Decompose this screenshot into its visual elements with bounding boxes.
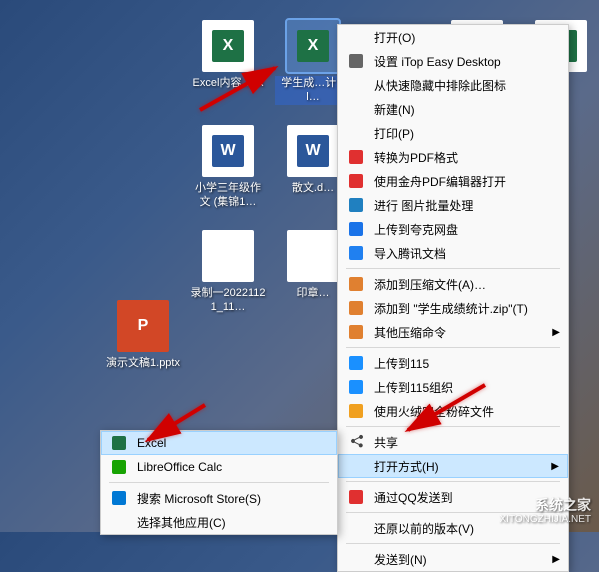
- file-label: Excel内容…sx: [190, 76, 266, 90]
- pdf-red-icon: [346, 172, 366, 190]
- file-word-1[interactable]: W 小学三年级作文 (集锦1…: [190, 125, 266, 210]
- qq-icon: [346, 488, 366, 506]
- excel-icon: [109, 434, 129, 452]
- blank-icon: [109, 513, 129, 531]
- blank-icon: [346, 76, 366, 94]
- file-thumbnail: W: [202, 125, 254, 177]
- convert-pdf[interactable]: 转换为PDF格式: [338, 145, 568, 169]
- upload-quark[interactable]: 上传到夸克网盘: [338, 217, 568, 241]
- openwith-excel[interactable]: Excel: [101, 431, 337, 455]
- batch-image[interactable]: 进行 图片批量处理: [338, 193, 568, 217]
- 115-icon: [346, 378, 366, 396]
- file-label: 录制一20221121_11…: [190, 286, 266, 315]
- file-excel-1[interactable]: X Excel内容…sx: [190, 20, 266, 90]
- add-archive[interactable]: 添加到压缩文件(A)…: [338, 272, 568, 296]
- rar-icon: [346, 299, 366, 317]
- gear-icon: [346, 52, 366, 70]
- new[interactable]: 新建(N): [338, 97, 568, 121]
- blank-icon: [346, 550, 366, 568]
- submenu-arrow-icon: ▶: [551, 461, 559, 472]
- file-ppt[interactable]: P 演示文稿1.pptx: [105, 300, 181, 370]
- file-label: 演示文稿1.pptx: [105, 356, 181, 370]
- context-menu-main: 打开(O)设置 iTop Easy Desktop从快速隐藏中排除此图标新建(N…: [337, 24, 569, 572]
- share-icon: [346, 433, 366, 451]
- blank-icon: [346, 100, 366, 118]
- desktop[interactable]: XExcel内容…sxX学生成…计.xl…XXW小学三年级作文 (集锦1…W散文…: [0, 0, 599, 532]
- add-zip-named[interactable]: 添加到 "学生成绩统计.zip"(T): [338, 296, 568, 320]
- msstore-icon: [109, 489, 129, 507]
- 115-icon: [346, 354, 366, 372]
- blank-icon: [346, 28, 366, 46]
- openwith-other[interactable]: 选择其他应用(C): [101, 510, 337, 534]
- other-compress[interactable]: 其他压缩命令▶: [338, 320, 568, 344]
- file-thumbnail: [202, 230, 254, 282]
- context-menu-openwith: ExcelLibreOffice Calc 搜索 Microsoft Store(…: [100, 430, 338, 535]
- image-icon: [346, 196, 366, 214]
- submenu-arrow-icon: ▶: [552, 327, 560, 338]
- openwith-msstore[interactable]: 搜索 Microsoft Store(S): [101, 486, 337, 510]
- file-thumbnail: P: [117, 300, 169, 352]
- import-tencent[interactable]: 导入腾讯文档: [338, 241, 568, 265]
- rar-icon: [346, 275, 366, 293]
- tencent-doc-icon: [346, 244, 366, 262]
- open-with[interactable]: 打开方式(H)▶: [338, 454, 568, 478]
- file-thumbnail: [287, 230, 339, 282]
- share[interactable]: 共享: [338, 430, 568, 454]
- upload-115[interactable]: 上传到115: [338, 351, 568, 375]
- shred-huorong[interactable]: 使用火绒安全粉碎文件: [338, 399, 568, 423]
- open-jinzhou-pdf[interactable]: 使用金舟PDF编辑器打开: [338, 169, 568, 193]
- blank-icon: [346, 519, 366, 537]
- file-thumbnail: X: [287, 20, 339, 72]
- itop-settings[interactable]: 设置 iTop Easy Desktop: [338, 49, 568, 73]
- quark-icon: [346, 220, 366, 238]
- libreoffice-icon: [109, 458, 129, 476]
- rar-icon: [346, 323, 366, 341]
- submenu-arrow-icon: ▶: [552, 554, 560, 565]
- file-video[interactable]: 录制一20221121_11…: [190, 230, 266, 315]
- huorong-icon: [346, 402, 366, 420]
- file-thumbnail: W: [287, 125, 339, 177]
- openwith-libreoffice[interactable]: LibreOffice Calc: [101, 455, 337, 479]
- print[interactable]: 打印(P): [338, 121, 568, 145]
- watermark: 系统之家 XITONGZHIJIA.NET: [500, 497, 592, 526]
- upload-115-org[interactable]: 上传到115组织: [338, 375, 568, 399]
- exclude-hide[interactable]: 从快速隐藏中排除此图标: [338, 73, 568, 97]
- file-thumbnail: X: [202, 20, 254, 72]
- open[interactable]: 打开(O): [338, 25, 568, 49]
- send-to[interactable]: 发送到(N)▶: [338, 547, 568, 571]
- pdf-red-icon: [346, 148, 366, 166]
- blank-icon: [346, 457, 366, 475]
- file-label: 小学三年级作文 (集锦1…: [190, 181, 266, 210]
- blank-icon: [346, 124, 366, 142]
